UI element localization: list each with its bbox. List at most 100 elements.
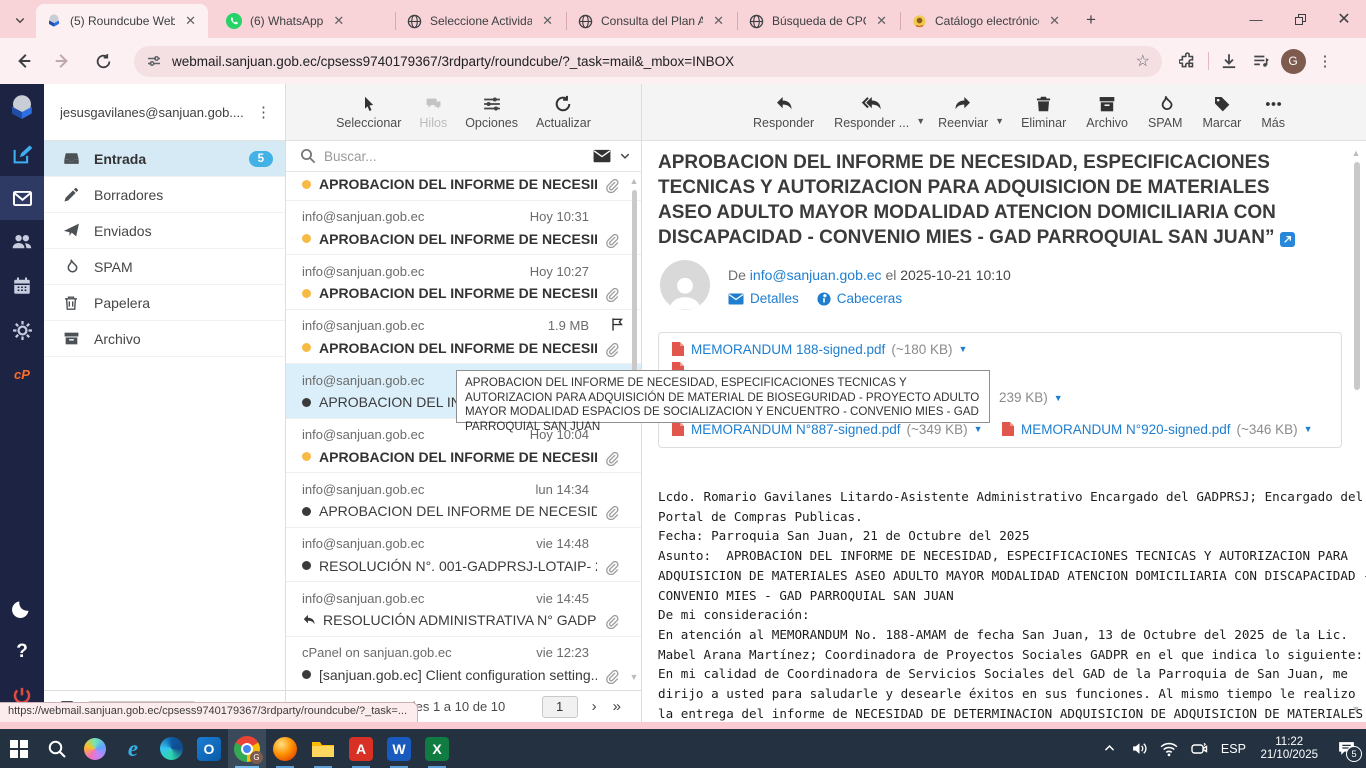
attachment-item[interactable]: MEMORANDUM 188-signed.pdf (~180 KB) ▼	[671, 341, 967, 357]
folder-borradores[interactable]: Borradores	[44, 177, 285, 213]
folder-archivo[interactable]: Archivo	[44, 321, 285, 357]
file-explorer-icon[interactable]	[304, 729, 342, 768]
tab-roundcube[interactable]: (5) Roundcube Webm ✕	[36, 4, 208, 38]
reply-all-button[interactable]: Responder ...	[825, 94, 918, 130]
language-indicator[interactable]: ESP	[1214, 729, 1252, 768]
message-row[interactable]: info@sanjuan.gob.ec1.9 MB APROBACION DEL…	[286, 310, 641, 365]
downloads-icon[interactable]	[1213, 45, 1245, 77]
next-page-icon[interactable]: ›	[584, 698, 605, 715]
media-playlist-icon[interactable]	[1245, 45, 1277, 77]
attachment-item[interactable]: MEMORANDUM N°920-signed.pdf (~346 KB) ▼	[1001, 421, 1313, 437]
page-input[interactable]	[542, 696, 578, 718]
word-icon[interactable]: W	[380, 729, 418, 768]
headers-link[interactable]: Cabeceras	[817, 291, 902, 306]
wifi-icon[interactable]	[1154, 729, 1184, 768]
close-button[interactable]: ✕	[1322, 0, 1366, 38]
tab-close-icon[interactable]: ✕	[183, 13, 198, 29]
browser-menu-icon[interactable]: ⋮	[1309, 45, 1341, 77]
folder-entrada[interactable]: Entrada 5	[44, 141, 285, 177]
search-options-chevron-icon[interactable]	[619, 150, 631, 162]
meet-now-icon[interactable]	[1184, 729, 1214, 768]
forward-caret-icon[interactable]: ▼	[995, 116, 1004, 126]
chrome-taskbar-icon[interactable]: G	[228, 729, 266, 768]
outlook-icon[interactable]: O	[190, 729, 228, 768]
forward-icon[interactable]	[46, 44, 80, 78]
calendar-icon[interactable]	[0, 264, 44, 308]
contacts-icon[interactable]	[0, 220, 44, 264]
help-icon[interactable]: ?	[0, 630, 44, 674]
mail-nav-icon[interactable]	[0, 176, 44, 220]
message-row[interactable]: APROBACION DEL INFORME DE NECESIDA...	[286, 172, 641, 201]
clock[interactable]: 11:22 21/10/2025	[1252, 736, 1326, 762]
attachment-menu-caret-icon[interactable]: ▼	[1304, 424, 1313, 434]
message-row[interactable]: info@sanjuan.gob.ecHoy 10:31 APROBACION …	[286, 201, 641, 256]
new-tab-button[interactable]: +	[1086, 10, 1096, 30]
tab-catalogo[interactable]: Catálogo electrónico ✕	[902, 4, 1072, 38]
view-scroll-down-arrow[interactable]: ▼	[1350, 704, 1362, 714]
tab-close-icon[interactable]: ✕	[1047, 13, 1062, 29]
list-scroll-down-arrow[interactable]: ▼	[628, 672, 640, 682]
options-button[interactable]: Opciones	[456, 94, 527, 130]
address-bar[interactable]: webmail.sanjuan.gob.ec/cpsess9740179367/…	[134, 46, 1162, 77]
tab-close-icon[interactable]: ✕	[711, 13, 726, 29]
list-scroll-up-arrow[interactable]: ▲	[628, 176, 640, 186]
folder-papelera[interactable]: Papelera	[44, 285, 285, 321]
refresh-button[interactable]: Actualizar	[527, 94, 600, 130]
folder-spam[interactable]: SPAM	[44, 249, 285, 285]
message-row[interactable]: info@sanjuan.gob.ecHoy 10:27 APROBACION …	[286, 255, 641, 310]
archive-button[interactable]: Archivo	[1077, 94, 1137, 130]
cpanel-icon[interactable]: cP	[0, 352, 44, 396]
reload-icon[interactable]	[86, 44, 120, 78]
excel-icon[interactable]: X	[418, 729, 456, 768]
settings-gear-icon[interactable]	[0, 308, 44, 352]
extensions-icon[interactable]	[1172, 45, 1204, 77]
flag-icon[interactable]	[610, 317, 625, 332]
tab-search-chevron-icon[interactable]	[6, 6, 34, 34]
select-button[interactable]: Seleccionar	[327, 94, 410, 130]
dark-mode-moon-icon[interactable]	[0, 586, 44, 630]
attachment-item-fragment[interactable]: 239 KB) ▼	[999, 390, 1063, 405]
internet-explorer-icon[interactable]: e	[114, 729, 152, 768]
attachment-menu-caret-icon[interactable]: ▼	[959, 344, 968, 354]
attachment-menu-caret-icon[interactable]: ▼	[1054, 393, 1063, 403]
message-row[interactable]: info@sanjuan.gob.ecvie 14:48 RESOLUCIÓN …	[286, 528, 641, 583]
reply-all-caret-icon[interactable]: ▼	[916, 116, 925, 126]
back-icon[interactable]	[6, 44, 40, 78]
firefox-icon[interactable]	[266, 729, 304, 768]
tab-busqueda-cpc[interactable]: Búsqueda de CPC e ✕	[739, 4, 899, 38]
site-settings-icon[interactable]	[146, 53, 162, 69]
minimize-button[interactable]: —	[1234, 0, 1278, 38]
tab-whatsapp[interactable]: (6) WhatsApp ✕	[216, 4, 394, 38]
threads-button[interactable]: Hilos	[410, 94, 456, 130]
profile-avatar[interactable]: G	[1277, 45, 1309, 77]
mark-button[interactable]: Marcar	[1193, 94, 1250, 130]
start-button[interactable]	[0, 729, 38, 768]
copilot-icon[interactable]	[76, 729, 114, 768]
tab-seleccione-actividad[interactable]: Seleccione Actividad ✕	[397, 4, 565, 38]
details-link[interactable]: Detalles	[728, 291, 799, 306]
volume-icon[interactable]	[1124, 729, 1154, 768]
notifications-icon[interactable]: 5	[1326, 729, 1366, 768]
message-row[interactable]: info@sanjuan.gob.ecvie 14:45 RESOLUCIÓN …	[286, 582, 641, 637]
tab-close-icon[interactable]: ✕	[331, 13, 346, 29]
folder-enviados[interactable]: Enviados	[44, 213, 285, 249]
tab-close-icon[interactable]: ✕	[874, 13, 889, 29]
restore-button[interactable]	[1278, 0, 1322, 38]
attachment-item[interactable]: MEMORANDUM N°887-signed.pdf (~349 KB) ▼	[671, 421, 983, 437]
list-scrollbar-thumb[interactable]	[632, 190, 637, 380]
search-scope-icon[interactable]	[593, 149, 611, 163]
open-in-new-window-icon[interactable]	[1280, 232, 1295, 247]
search-input[interactable]	[324, 149, 585, 164]
tab-close-icon[interactable]: ✕	[540, 13, 555, 29]
more-button[interactable]: Más	[1252, 94, 1294, 130]
reply-button[interactable]: Responder	[744, 94, 823, 130]
edge-icon[interactable]	[152, 729, 190, 768]
delete-button[interactable]: Eliminar	[1012, 94, 1075, 130]
acrobat-icon[interactable]: A	[342, 729, 380, 768]
taskbar-search-icon[interactable]	[38, 729, 76, 768]
message-row[interactable]: cPanel on sanjuan.gob.ecvie 12:23 [sanju…	[286, 637, 641, 691]
compose-icon[interactable]	[0, 132, 44, 176]
url-text[interactable]: webmail.sanjuan.gob.ec/cpsess9740179367/…	[172, 54, 1136, 69]
bookmark-star-icon[interactable]: ☆	[1136, 51, 1150, 71]
last-page-icon[interactable]: »	[605, 698, 629, 715]
